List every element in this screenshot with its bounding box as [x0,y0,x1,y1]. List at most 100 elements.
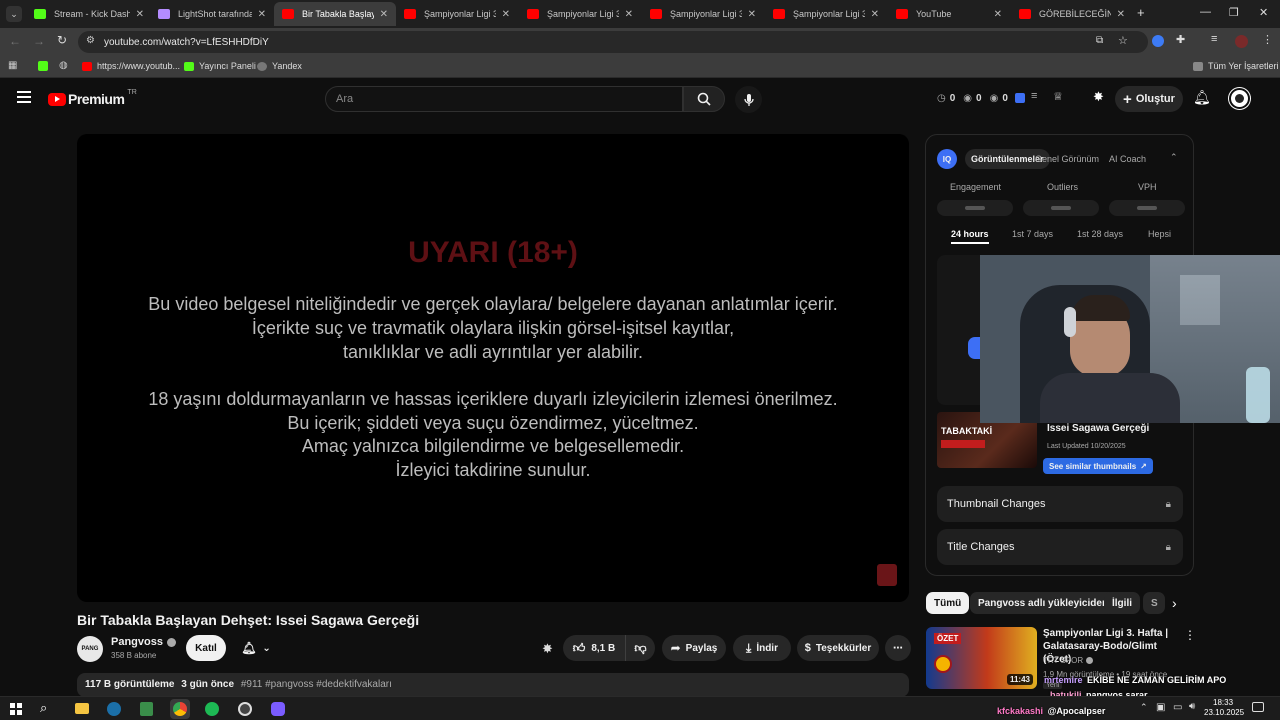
channel-watermark-icon[interactable] [877,564,897,586]
minimize-icon[interactable]: — [1200,6,1211,18]
range-24h[interactable]: 24 hours [951,229,989,244]
notifications-icon[interactable]: 🔔︎ [1193,89,1211,106]
hashtags[interactable]: #911 #pangvoss #dedektifvakaları [241,679,392,690]
star-icon[interactable]: ☆ [1118,34,1128,47]
hamburger-menu-icon[interactable] [17,91,31,103]
youtube-logo[interactable]: Premium TR [48,89,137,107]
list-icon[interactable]: ≡ [1031,90,1037,102]
discord-icon[interactable] [271,702,285,716]
profile-avatar[interactable] [1235,35,1248,48]
menu-icon[interactable]: ⋮ [1262,33,1273,46]
recommended-more-icon[interactable]: ⋮ [1184,628,1196,642]
reload-icon[interactable]: ↻ [57,33,67,47]
close-icon[interactable]: ✕ [258,9,266,20]
browser-tab[interactable]: Şampiyonlar Ligi 3. H ✕ [396,2,518,26]
share-button[interactable]: ➦ Paylaş [662,635,726,661]
collapse-icon[interactable]: ⌃ [1170,152,1178,163]
browser-tab[interactable]: YouTube ✕ [888,2,1010,26]
extension-icon[interactable] [1152,35,1164,47]
browser-tab[interactable]: GÖREBİLECEĞİNİZ EN ✕ [1011,2,1133,26]
similar-thumbnails-button[interactable]: See similar thumbnails ↗ [1043,458,1153,474]
browser-tab[interactable]: Şampiyonlar Ligi 3. H ✕ [642,2,764,26]
download-button[interactable]: ⤓ İndir [733,635,791,661]
restore-icon[interactable]: ❐ [1229,6,1239,19]
channel-name[interactable]: Pangvoss [111,636,176,648]
chip-uploader[interactable]: Pangvoss adlı yükleyiciden [970,592,1117,614]
browser-tab[interactable]: LightShot tarafından ✕ [150,2,274,26]
thanks-button[interactable]: $ Teşekkürler [797,635,879,661]
tab-search-button[interactable]: ⌄ [6,6,22,22]
tray-app-icon[interactable]: ▣ [1156,702,1165,713]
chevron-right-icon[interactable]: › [1172,595,1177,611]
calculator-icon[interactable] [140,702,153,716]
search-button[interactable] [683,86,725,112]
video-player[interactable]: UYARI (18+) Bu video belgesel niteliğind… [77,134,909,602]
forward-icon[interactable]: → [33,34,45,48]
bookmark-yayinci[interactable]: Yayıncı Paneli [184,61,256,71]
tray-chevron-icon[interactable]: ⌃ [1140,702,1148,713]
vidiq-tab-ai-coach[interactable]: AI Coach [1109,154,1146,164]
recommended-channel[interactable]: TRT SPOR [1043,656,1094,665]
close-icon[interactable]: ✕ [1117,9,1125,20]
spotify-icon[interactable] [205,702,219,716]
kick-bookmark-icon[interactable] [38,61,48,71]
close-icon[interactable]: ✕ [871,9,879,20]
channel-avatar[interactable]: PANG [77,636,103,662]
chip-more[interactable]: S [1143,592,1165,614]
range-28d[interactable]: 1st 28 days [1077,229,1123,239]
back-icon[interactable]: ← [9,34,21,48]
chip-related[interactable]: İlgili [1104,592,1140,614]
search-icon[interactable]: ⌕ [40,700,47,716]
range-all[interactable]: Hepsi [1148,229,1171,239]
notification-center-icon[interactable] [1252,702,1264,712]
site-info-icon[interactable]: ⚙ [86,35,95,46]
search-input[interactable]: Ara [325,86,683,112]
start-icon[interactable] [10,703,22,715]
description-box[interactable]: 117 B görüntüleme 3 gün önce #911 #pangv… [77,673,909,697]
install-icon[interactable]: ⧉ [1096,35,1103,46]
clock-time[interactable]: 18:33 [1213,698,1233,707]
apps-icon[interactable]: ▦ [8,60,17,71]
browser-tab[interactable]: Şampiyonlar Ligi 3. H ✕ [765,2,887,26]
join-button[interactable]: Katıl [186,635,226,661]
like-button[interactable]: 👍︎ 8,1 B [563,635,625,661]
vidiq-tab-overview[interactable]: Genel Görünüm [1035,154,1099,164]
steam-icon[interactable] [107,702,121,716]
dislike-button[interactable]: 👎︎ [625,635,655,661]
url-bar[interactable]: ⚙ youtube.com/watch?v=LfESHHDfDiY ⧉ ☆ [78,31,1148,53]
bookmark-yandex[interactable]: Yandex [257,61,302,71]
subscribe-bell-button[interactable]: 🔔︎ ⌄ [232,635,280,661]
title-changes-row[interactable]: Title Changes 🔒︎ [937,529,1183,565]
close-icon[interactable]: ✕ [380,9,388,20]
obs-icon[interactable] [238,702,252,716]
close-icon[interactable]: ✕ [136,9,144,20]
browser-tab[interactable]: Stream - Kick Dashboard ✕ [26,2,152,26]
close-icon[interactable]: ✕ [994,9,1002,20]
recommended-thumbnail[interactable]: ÖZET 11:43 [926,627,1037,689]
browser-tab-active[interactable]: Bir Tabakla Başlayan ✕ [274,2,396,26]
close-icon[interactable]: ✕ [748,9,756,20]
bookmark-youtube[interactable]: https://www.youtub... [82,61,180,71]
create-button[interactable]: + Oluştur [1115,86,1183,112]
new-tab-button[interactable]: + [1137,5,1145,20]
vidiq-icon[interactable] [1015,93,1025,103]
volume-icon[interactable]: 🔊︎ [1189,701,1195,712]
more-actions-button[interactable]: ⋯ [885,635,911,661]
chip-all[interactable]: Tümü [926,592,970,614]
thumbnail-changes-row[interactable]: Thumbnail Changes 🔒︎ [937,486,1183,522]
account-avatar[interactable] [1229,88,1250,109]
vidiq-action-icon[interactable]: ✸ [542,641,553,657]
puzzle-icon[interactable]: ✚ [1176,33,1185,46]
close-icon[interactable]: ✕ [502,9,510,20]
voice-search-button[interactable] [735,86,762,113]
window-close-icon[interactable]: ✕ [1259,6,1268,19]
clock-date[interactable]: 23.10.2025 [1204,708,1244,717]
file-explorer-icon[interactable] [75,703,89,714]
all-bookmarks[interactable]: Tüm Yer İşaretleri [1193,61,1279,71]
close-icon[interactable]: ✕ [625,9,633,20]
network-icon[interactable]: ▭ [1173,702,1182,713]
studio-icon[interactable]: ✸ [1093,89,1104,105]
range-7d[interactable]: 1st 7 days [1012,229,1053,239]
media-icon[interactable]: ≡ [1211,33,1217,45]
browser-tab[interactable]: Şampiyonlar Ligi 3. H ✕ [519,2,641,26]
